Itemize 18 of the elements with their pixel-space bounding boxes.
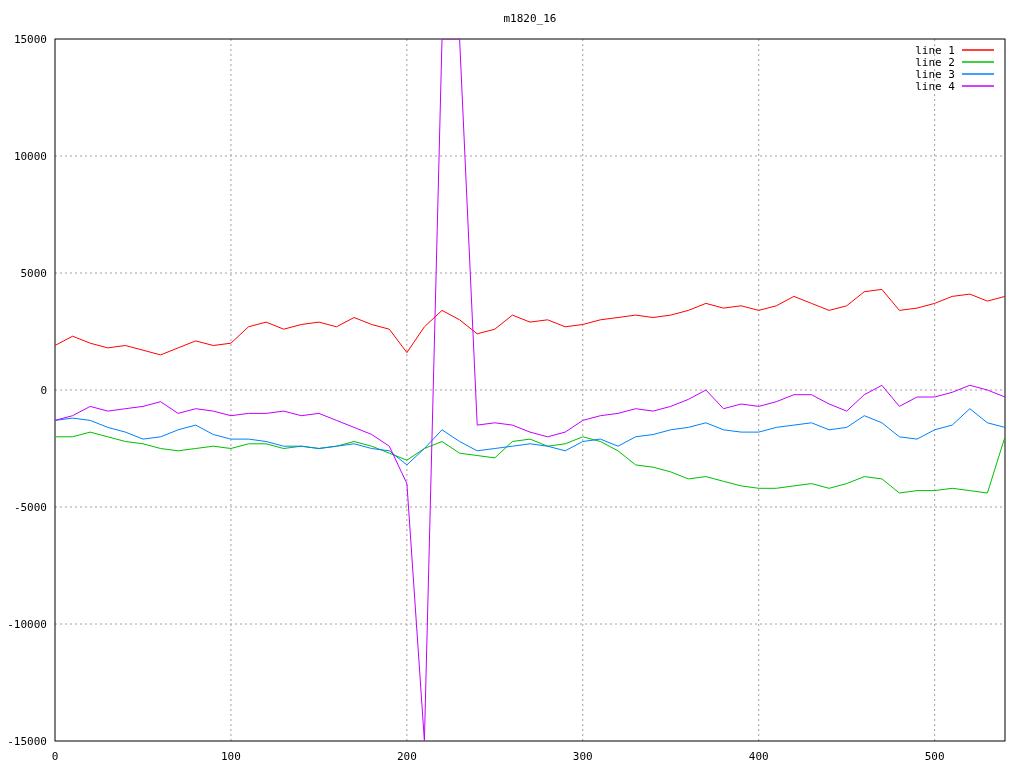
- y-tick-label: 0: [40, 384, 47, 397]
- y-tick-label: -10000: [7, 618, 47, 631]
- chart-title: m1820_16: [503, 12, 557, 25]
- x-tick-label: 300: [572, 750, 593, 763]
- y-tick-label: 5000: [20, 267, 47, 280]
- legend-label: line 2: [915, 56, 955, 69]
- y-tick-label: -5000: [13, 501, 47, 514]
- legend-label: line 3: [915, 68, 955, 81]
- x-tick-label: 100: [221, 750, 241, 763]
- x-tick-label: 200: [396, 750, 417, 763]
- legend-label: line 4: [915, 80, 955, 93]
- x-tick-label: 500: [924, 750, 945, 763]
- x-tick-label: 0: [51, 750, 59, 763]
- legend-label: line 1: [915, 44, 955, 57]
- y-tick-label: 10000: [13, 150, 47, 163]
- y-tick-label: 15000: [13, 33, 47, 46]
- y-tick-label: -15000: [7, 735, 47, 748]
- x-tick-label: 400: [748, 750, 769, 763]
